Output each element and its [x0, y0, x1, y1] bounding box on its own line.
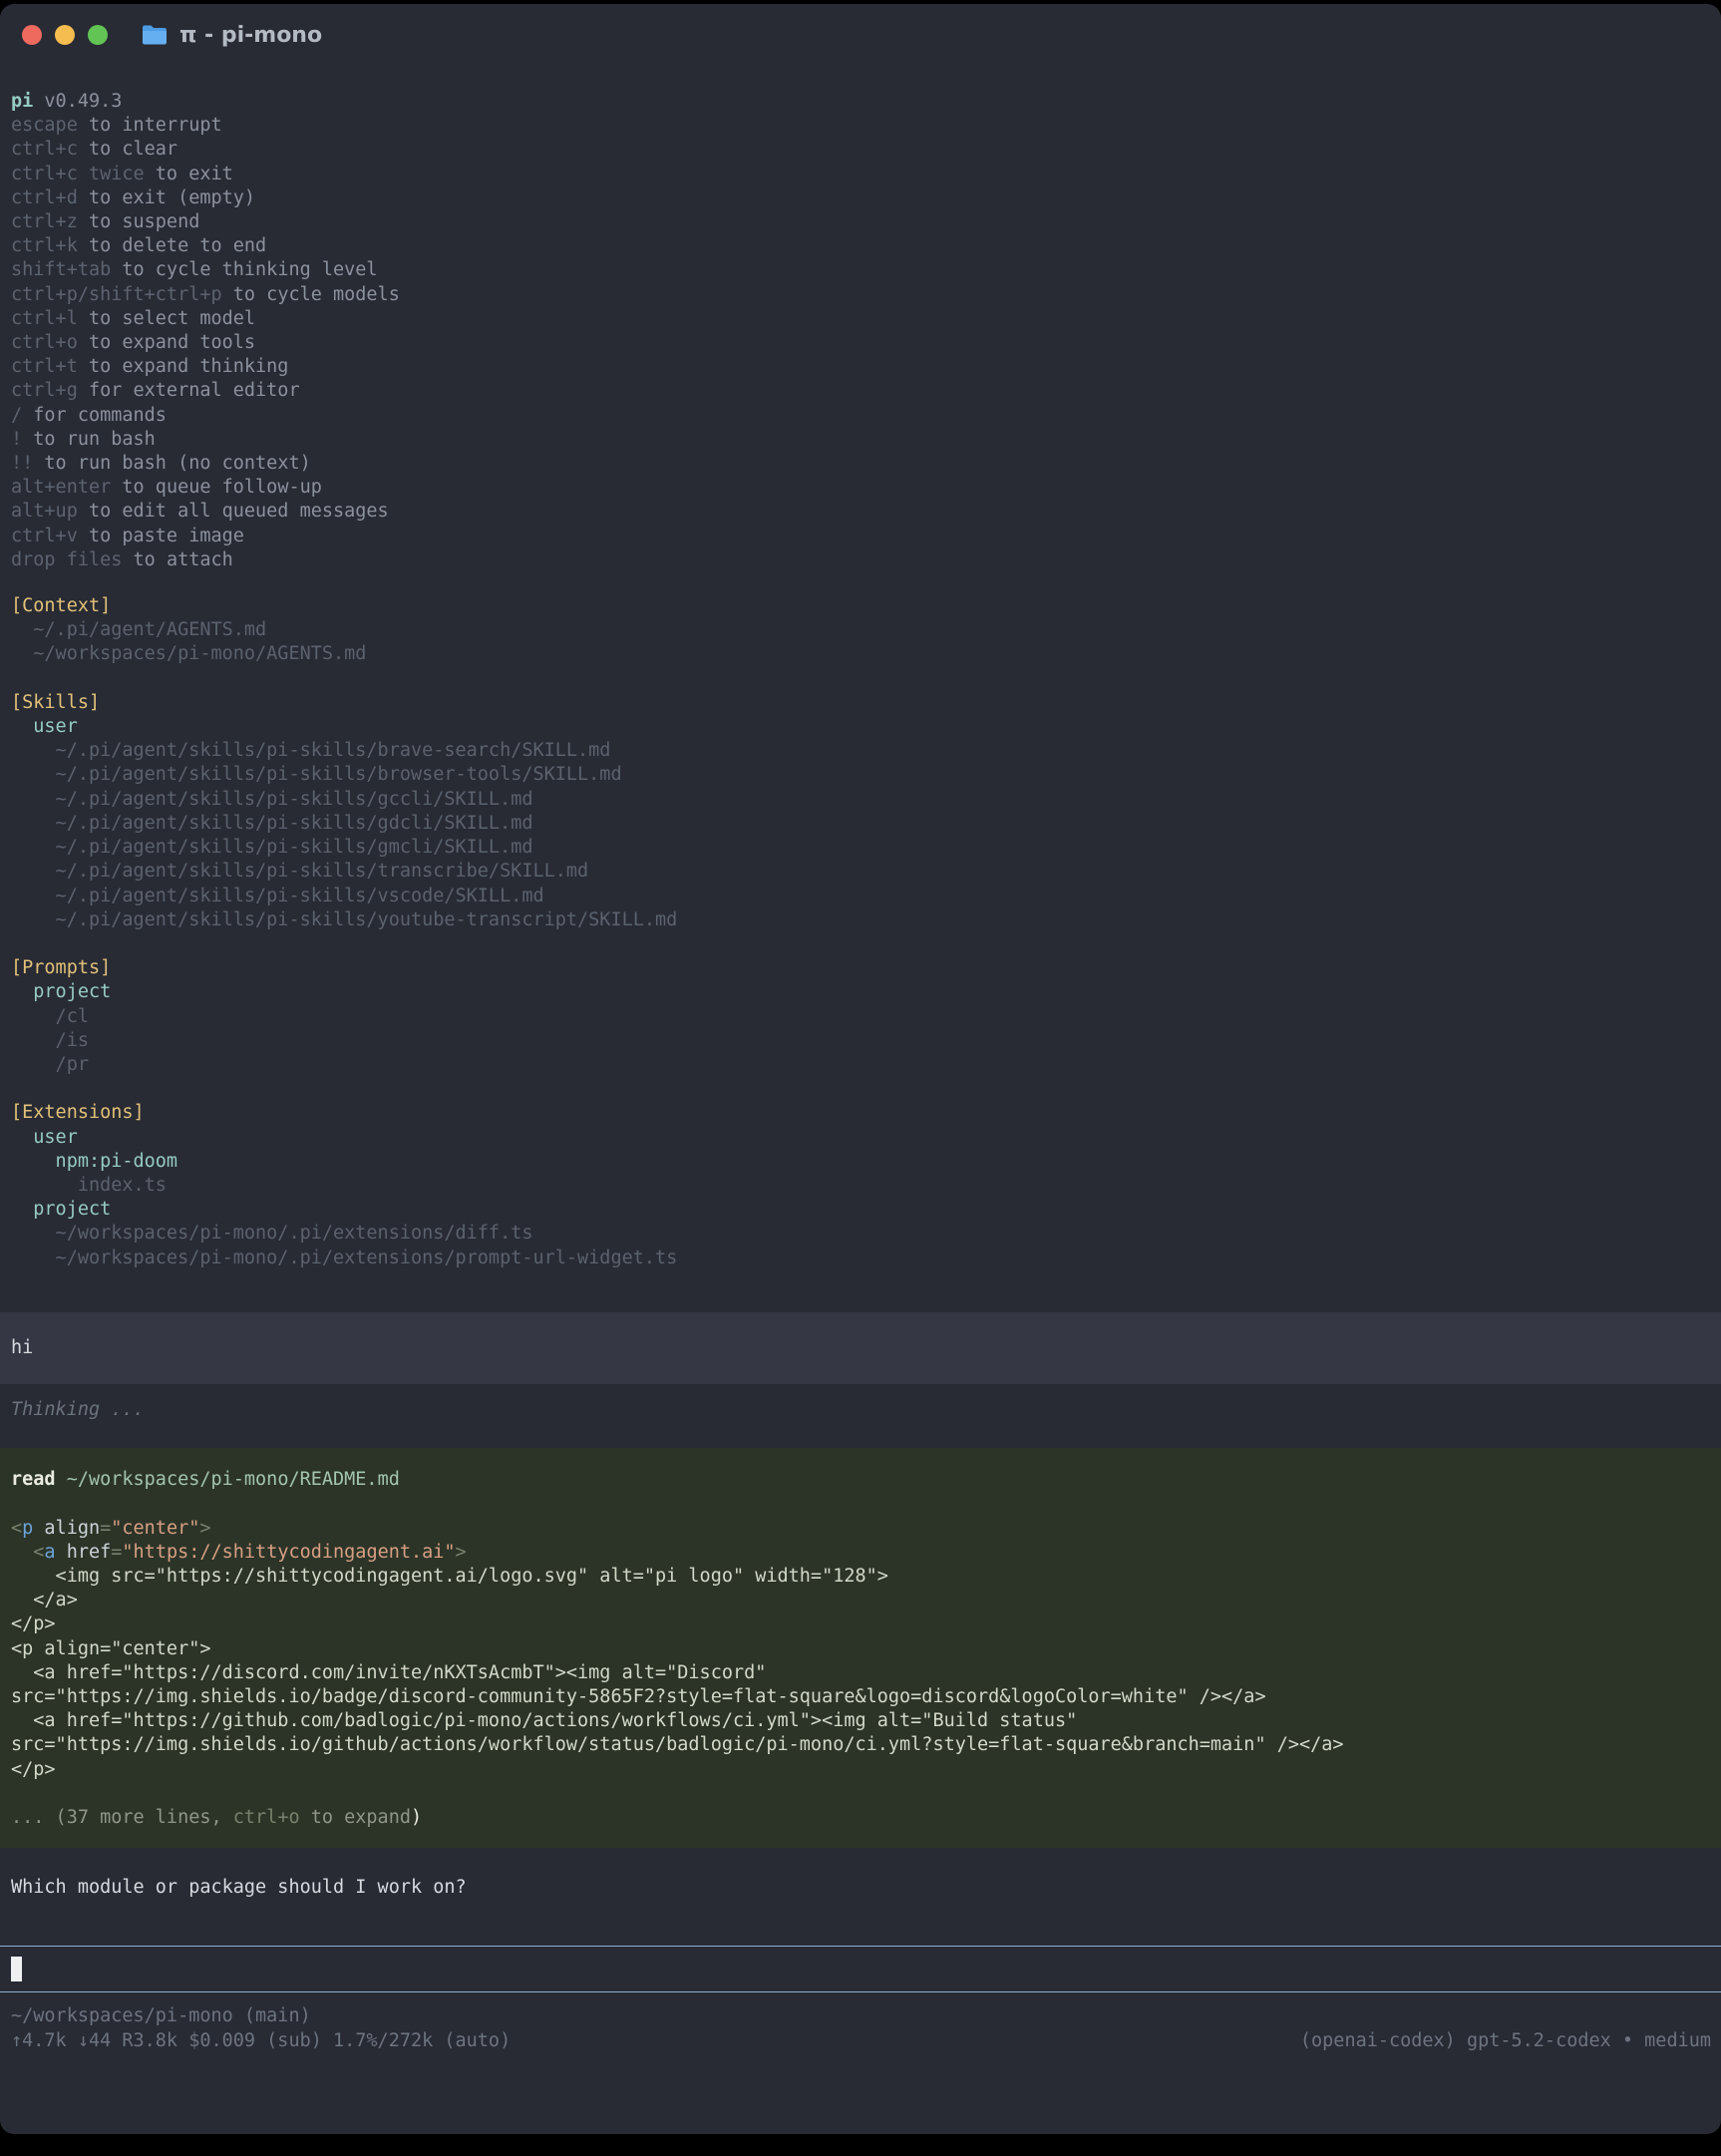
- status-bar: ~/workspaces/pi-mono (main) ↑4.7k ↓44 R3…: [0, 2004, 1721, 2052]
- terminal-line: <p align="center">: [0, 1517, 1721, 1541]
- terminal-line: [0, 667, 1721, 691]
- terminal-line: ctrl+z to suspend: [0, 210, 1721, 234]
- terminal-line: alt+enter to queue follow-up: [0, 476, 1721, 500]
- terminal-line: ~/.pi/agent/skills/pi-skills/transcribe/…: [0, 860, 1721, 884]
- terminal-line: alt+up to edit all queued messages: [0, 500, 1721, 524]
- terminal-line: ctrl+c twice to exit: [0, 163, 1721, 186]
- terminal-line: /cl: [0, 1005, 1721, 1029]
- terminal-line: [Context]: [0, 594, 1721, 618]
- terminal-line: /is: [0, 1029, 1721, 1053]
- terminal-line: user: [0, 1126, 1721, 1150]
- terminal-line: ~/.pi/agent/skills/pi-skills/youtube-tra…: [0, 908, 1721, 932]
- terminal-line: ~/.pi/agent/skills/pi-skills/vscode/SKIL…: [0, 885, 1721, 908]
- terminal-line: [0, 1492, 1721, 1516]
- prompt-input[interactable]: [0, 1946, 1721, 1992]
- terminal-line: project: [0, 980, 1721, 1004]
- terminal-line: src="https://img.shields.io/github/actio…: [0, 1733, 1721, 1757]
- environment-sections: [Context] ~/.pi/agent/AGENTS.md ~/worksp…: [0, 594, 1721, 1270]
- status-row: ↑4.7k ↓44 R3.8k $0.009 (sub) 1.7%/272k (…: [0, 2029, 1721, 2053]
- close-button[interactable]: [22, 25, 42, 45]
- terminal-line: [Extensions]: [0, 1101, 1721, 1125]
- terminal-line: user: [0, 715, 1721, 739]
- terminal-line: <a href="https://discord.com/invite/nKXT…: [0, 1661, 1721, 1685]
- terminal-line: ctrl+o to expand tools: [0, 331, 1721, 355]
- terminal-line: ! to run bash: [0, 428, 1721, 452]
- terminal-line: ~/.pi/agent/skills/pi-skills/gmcli/SKILL…: [0, 836, 1721, 860]
- terminal-line: [Skills]: [0, 691, 1721, 715]
- terminal-line: ~/workspaces/pi-mono/.pi/extensions/diff…: [0, 1222, 1721, 1246]
- terminal-line: drop files to attach: [0, 548, 1721, 572]
- terminal-line: ctrl+v to paste image: [0, 525, 1721, 548]
- terminal-content: pi v0.49.3escape to interruptctrl+c to c…: [0, 66, 1721, 2053]
- minimize-button[interactable]: [55, 25, 75, 45]
- terminal-window: π - pi-mono pi v0.49.3escape to interrup…: [0, 4, 1721, 2134]
- app-banner-and-shortcuts: pi v0.49.3escape to interruptctrl+c to c…: [0, 90, 1721, 572]
- terminal-line: pi v0.49.3: [0, 90, 1721, 114]
- terminal-line: index.ts: [0, 1174, 1721, 1198]
- terminal-line: Which module or package should I work on…: [0, 1876, 1721, 1900]
- terminal-line: ~/.pi/agent/skills/pi-skills/gdcli/SKILL…: [0, 812, 1721, 836]
- terminal-line: <a href="https://shittycodingagent.ai">: [0, 1541, 1721, 1565]
- terminal-line: <img src="https://shittycodingagent.ai/l…: [0, 1565, 1721, 1589]
- text-cursor: [11, 1957, 22, 1981]
- status-model: (openai-codex) gpt-5.2-codex • medium: [1300, 2029, 1711, 2053]
- terminal-line: </a>: [0, 1589, 1721, 1613]
- tool-call-read-block: read ~/workspaces/pi-mono/README.md <p a…: [0, 1448, 1721, 1848]
- terminal-line: ctrl+l to select model: [0, 307, 1721, 331]
- terminal-line: </p>: [0, 1613, 1721, 1636]
- zoom-button[interactable]: [88, 25, 108, 45]
- status-usage: ↑4.7k ↓44 R3.8k $0.009 (sub) 1.7%/272k (…: [0, 2029, 511, 2053]
- terminal-line: ctrl+g for external editor: [0, 379, 1721, 403]
- terminal-line: ctrl+d to exit (empty): [0, 186, 1721, 210]
- terminal-line: src="https://img.shields.io/badge/discor…: [0, 1685, 1721, 1709]
- terminal-line: Thinking ...: [0, 1398, 1721, 1422]
- terminal-line: </p>: [0, 1758, 1721, 1782]
- terminal-line: !! to run bash (no context): [0, 452, 1721, 476]
- terminal-line: hi: [0, 1336, 1721, 1360]
- terminal-line: [0, 1077, 1721, 1101]
- terminal-line: <a href="https://github.com/badlogic/pi-…: [0, 1709, 1721, 1733]
- terminal-line: npm:pi-doom: [0, 1150, 1721, 1174]
- terminal-line: read ~/workspaces/pi-mono/README.md: [0, 1468, 1721, 1492]
- terminal-line: ~/.pi/agent/skills/pi-skills/browser-too…: [0, 763, 1721, 787]
- assistant-message: Which module or package should I work on…: [0, 1876, 1721, 1900]
- terminal-line: [Prompts]: [0, 956, 1721, 980]
- terminal-line: ~/.pi/agent/skills/pi-skills/brave-searc…: [0, 739, 1721, 763]
- terminal-line: shift+tab to cycle thinking level: [0, 258, 1721, 282]
- terminal-line: ... (37 more lines, ctrl+o to expand): [0, 1806, 1721, 1830]
- status-cwd: ~/workspaces/pi-mono (main): [0, 2004, 1721, 2028]
- screen: π - pi-mono pi v0.49.3escape to interrup…: [0, 0, 1721, 2156]
- terminal-line: ctrl+c to clear: [0, 138, 1721, 162]
- terminal-line: escape to interrupt: [0, 114, 1721, 138]
- folder-icon: [141, 23, 169, 47]
- terminal-line: /pr: [0, 1053, 1721, 1077]
- terminal-line: ctrl+t to expand thinking: [0, 355, 1721, 379]
- terminal-line: / for commands: [0, 404, 1721, 428]
- terminal-line: ~/.pi/agent/skills/pi-skills/gccli/SKILL…: [0, 788, 1721, 812]
- thinking-indicator: Thinking ...: [0, 1398, 1721, 1422]
- terminal-line: project: [0, 1198, 1721, 1222]
- terminal-line: ctrl+k to delete to end: [0, 234, 1721, 258]
- terminal-line: <p align="center">: [0, 1637, 1721, 1661]
- terminal-line: ctrl+p/shift+ctrl+p to cycle models: [0, 283, 1721, 307]
- user-message: hi: [0, 1312, 1721, 1384]
- title-bar: π - pi-mono: [0, 4, 1721, 66]
- window-title: π - pi-mono: [179, 23, 322, 48]
- terminal-line: [0, 1782, 1721, 1806]
- terminal-line: [0, 932, 1721, 956]
- terminal-line: ~/.pi/agent/AGENTS.md: [0, 618, 1721, 642]
- terminal-line: ~/workspaces/pi-mono/AGENTS.md: [0, 642, 1721, 666]
- terminal-line: ~/workspaces/pi-mono/.pi/extensions/prom…: [0, 1247, 1721, 1270]
